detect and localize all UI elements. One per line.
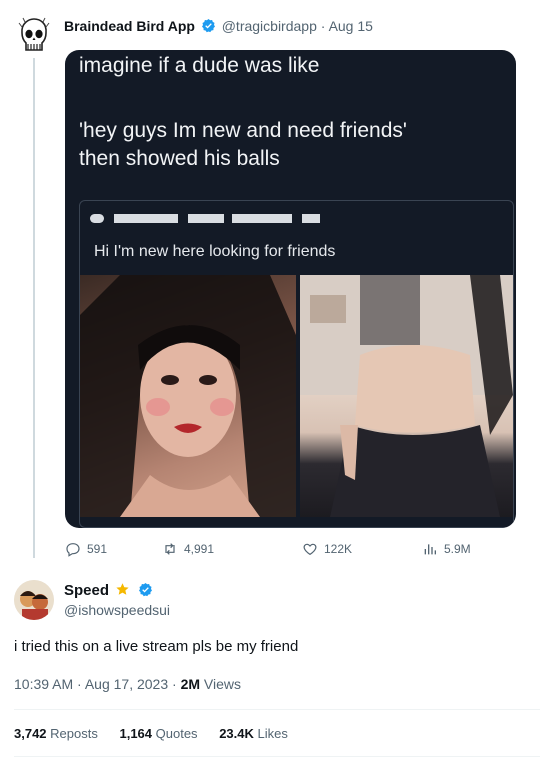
reply-count: 591: [87, 542, 108, 556]
like-icon: [303, 543, 317, 556]
embedded-post-text: Hi I'm new here looking for friends: [94, 243, 336, 260]
verified-badge-icon: [201, 18, 216, 36]
likes-stat-count: 23.4K: [219, 726, 254, 741]
star-icon: [115, 582, 130, 601]
embedded-photo-left: [80, 275, 296, 517]
meme-line-2: 'hey guys Im new and need friends' then …: [79, 117, 407, 173]
views-count: 5.9M: [444, 542, 471, 556]
original-author-name[interactable]: Braindead Bird App: [64, 18, 195, 34]
verified-badge-icon: [138, 582, 153, 601]
header-separator: ·: [320, 18, 326, 34]
reply-button[interactable]: 591: [65, 541, 107, 557]
reply-stats: 3,742 Reposts 1,164 Quotes 23.4K Likes: [14, 726, 306, 741]
quotes-stat-count: 1,164: [119, 726, 153, 741]
reposts-stat-label: Reposts: [46, 726, 98, 741]
redacted-time: [302, 214, 320, 223]
repost-count: 4,991: [184, 542, 215, 556]
embedded-photo-right: [300, 275, 513, 517]
like-count: 122K: [324, 542, 353, 556]
tweet-media-image[interactable]: imagine if a dude was like 'hey guys Im …: [65, 50, 516, 528]
thread-line: [33, 58, 35, 558]
redacted-name: [188, 214, 224, 223]
redacted-avatar: [90, 214, 104, 223]
reply-header: Speed: [64, 582, 155, 601]
like-button[interactable]: 122K: [302, 541, 352, 557]
likes-stat-label: Likes: [253, 726, 288, 741]
skull-icon: [18, 17, 50, 51]
embedded-post: Hi I'm new here looking for friends: [79, 200, 514, 528]
reply-author-name[interactable]: Speed: [64, 582, 109, 599]
reply-views-label: Views: [200, 676, 241, 692]
likes-stat[interactable]: 23.4K Likes: [219, 726, 288, 741]
reply-author-handle[interactable]: @ishowspeedsui: [64, 602, 170, 618]
reply-views-count: 2M: [180, 676, 201, 692]
meme-line-1: imagine if a dude was like: [79, 54, 320, 77]
views-button[interactable]: 5.9M: [422, 541, 471, 557]
quotes-stat[interactable]: 1,164 Quotes: [119, 726, 197, 741]
original-tweet-date[interactable]: Aug 15: [329, 18, 373, 34]
redacted-name: [114, 214, 178, 223]
reply-tweet-text: i tried this on a live stream pls be my …: [14, 638, 299, 655]
repost-icon: [165, 543, 175, 555]
reply-author-avatar[interactable]: [14, 580, 54, 620]
reply-timestamp[interactable]: 10:39 AM · Aug 17, 2023 ·: [14, 676, 181, 692]
redacted-handle: [232, 214, 292, 223]
reply-icon: [66, 543, 80, 557]
original-author-avatar[interactable]: [17, 17, 51, 55]
meme-line-3: then showed his balls: [79, 147, 280, 170]
divider: [14, 709, 540, 710]
reposts-stat-count: 3,742: [14, 726, 47, 741]
reply-meta: 10:39 AM · Aug 17, 2023 · 2M Views: [14, 676, 241, 692]
views-icon: [424, 544, 436, 555]
quotes-stat-label: Quotes: [152, 726, 198, 741]
meme-line-2a: 'hey guys Im new and need friends': [79, 119, 407, 142]
reposts-stat[interactable]: 3,742 Reposts: [14, 726, 98, 741]
repost-button[interactable]: 4,991: [162, 541, 214, 557]
original-tweet-header: Braindead Bird App @tragicbirdapp · Aug …: [64, 18, 373, 36]
original-author-handle[interactable]: @tragicbirdapp: [222, 18, 317, 34]
divider: [14, 756, 540, 757]
